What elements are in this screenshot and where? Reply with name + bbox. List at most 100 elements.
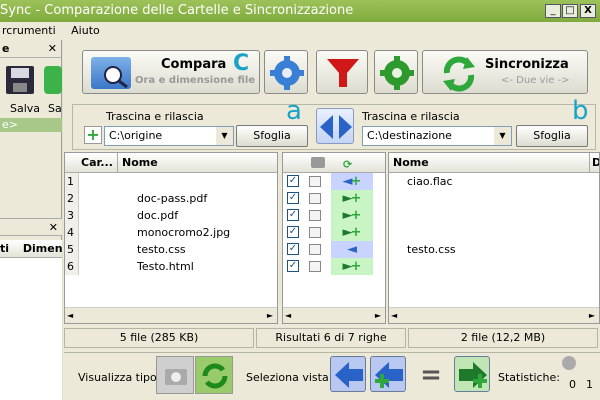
left-folder-dropdown-icon[interactable]: ▼ [216,127,233,145]
view-type-camera-toggle[interactable] [156,356,194,394]
left-file-name: testo.css [137,243,186,256]
row-checkbox[interactable]: ✓ [287,192,299,204]
right-folder-input[interactable]: C:\destinazione [362,126,512,146]
sync-direction-icon[interactable]: ►+ [331,207,373,224]
middle-table-row[interactable]: ✓ ►+ [283,190,385,207]
filter-icon [327,59,359,87]
right-table-row[interactable] [389,190,599,207]
left-table-row[interactable]: 2 doc-pass.pdf [65,190,277,207]
title-bar: Sync - Comparazione delle Cartelle e Sin… [0,0,600,22]
sync-direction-icon[interactable]: ►+ [331,258,373,275]
save-icon[interactable] [4,64,36,96]
panel2-close-icon[interactable]: ✕ [49,221,58,234]
stats-label: Statistiche: [498,371,560,384]
sync-header-icon[interactable]: ⟳ [343,155,352,175]
right-col-d[interactable]: D [589,153,599,173]
right-table-row[interactable] [389,224,599,241]
right-folder-dropdown-icon[interactable]: ▼ [494,127,511,145]
menu-help[interactable]: Aiuto [71,24,100,37]
view-right-create-button[interactable] [454,356,490,392]
middle-action-grid: ⟳ ✓ ◄+ ✓ ►+ ✓ ►+ ✓ ►+ ✓ ◄ ✓ ►+ ◄ ► [282,152,386,324]
left-table-row[interactable]: 5 testo.css [65,241,277,258]
middle-table-row[interactable]: ✓ ◄ [283,241,385,258]
middle-table-row[interactable]: ✓ ►+ [283,224,385,241]
file-icon [309,244,321,255]
panel2-header: ✕ [0,218,62,236]
compare-settings-button[interactable] [264,50,308,94]
right-folder-letter: b [572,96,589,126]
close-button[interactable]: X [580,4,596,18]
col-ti[interactable]: ti [0,242,9,255]
panel-header: e ✕ [0,40,61,58]
right-browse-button[interactable]: Sfoglia [516,125,588,147]
selected-config-item[interactable]: e> [0,118,62,132]
left-table-row[interactable]: 4 monocromo2.jpg [65,224,277,241]
middle-table-row[interactable]: ✓ ►+ [283,207,385,224]
left-folder-input[interactable]: C:\origine [104,126,234,146]
left-hscrollbar[interactable]: ◄ ► [65,307,277,323]
left-browse-button[interactable]: Sfoglia [236,125,308,147]
sync-title: Sincronizza [485,57,569,72]
right-table-row[interactable]: testo.css [389,241,599,258]
col-dimen[interactable]: Dimen [23,242,62,255]
right-status: 2 file (12,2 MB) [408,328,598,348]
left-table-row[interactable]: 6 Testo.html [65,258,277,275]
right-file-grid: Nome D ciao.flac testo.css ◄► [388,152,600,324]
gear-blue-icon [270,56,304,90]
row-checkbox[interactable]: ✓ [287,226,299,238]
view-left-create-button[interactable] [370,356,406,392]
synchronize-button[interactable]: Sincronizza <- Due vie -> [422,50,588,94]
sync-subtitle: <- Due vie -> [501,75,570,86]
filter-button[interactable] [316,50,368,94]
sync-direction-icon[interactable]: ►+ [331,224,373,241]
view-type-sync-toggle[interactable] [195,356,233,394]
window-title: Sync - Comparazione delle Cartelle e Sin… [0,3,354,18]
right-table-row[interactable] [389,207,599,224]
left-side-panel: e ✕ Salva Sa e> ✕ ti Dimen [0,40,62,400]
row-number: 2 [65,190,79,207]
right-hscrollbar[interactable]: ◄ ► [389,307,599,323]
row-checkbox[interactable]: ✓ [287,209,299,221]
left-table-row[interactable]: 1 [65,173,277,190]
sa-label: Sa [48,102,62,115]
row-number: 1 [65,173,79,190]
swap-folders-button[interactable] [316,108,354,144]
left-col-car[interactable]: Car... [81,153,113,173]
sync-direction-icon[interactable]: ◄ [331,241,373,258]
left-table-row[interactable]: 3 doc.pdf [65,207,277,224]
compare-button[interactable]: Compara Ora e dimensione file C [82,50,260,94]
menu-tools[interactable]: rcrumenti [2,24,56,37]
sync-small-icon[interactable] [44,66,62,94]
left-folder-letter: a [286,96,302,126]
right-col-name[interactable]: Nome [393,153,429,173]
row-checkbox[interactable]: ✓ [287,243,299,255]
row-checkbox[interactable]: ✓ [287,175,299,187]
right-file-name: ciao.flac [407,175,453,188]
compare-title: Compara [161,57,227,72]
left-col-name[interactable]: Nome [117,153,158,173]
sync-direction-icon[interactable]: ◄+ [331,173,373,190]
arrow-left-create-icon [375,362,403,388]
add-folder-pair-icon[interactable]: + [84,126,102,144]
minimize-button[interactable]: _ [545,4,561,18]
sync-direction-icon[interactable]: ►+ [331,190,373,207]
stats-value-b: 1 [586,378,593,391]
left-grid-header: Car... Nome [65,153,277,173]
middle-hscrollbar[interactable]: ◄ ► [283,307,385,323]
view-left-only-button[interactable] [330,356,366,392]
right-table-row[interactable]: ciao.flac [389,173,599,190]
view-equal-button[interactable]: = [416,362,446,388]
middle-table-row[interactable]: ✓ ◄+ [283,173,385,190]
camera-icon[interactable] [311,157,325,168]
compare-subtitle: Ora e dimensione file [135,75,256,86]
panel-close-icon[interactable]: ✕ [48,40,57,58]
right-grid-header: Nome D [389,153,599,173]
row-checkbox[interactable]: ✓ [287,260,299,272]
right-table-row[interactable] [389,258,599,275]
middle-table-row[interactable]: ✓ ►+ [283,258,385,275]
sync-toggle-icon [202,363,228,389]
panel2-columns: ti Dimen [0,240,62,258]
maximize-button[interactable]: □ [562,4,578,18]
compare-icon [91,57,131,89]
sync-settings-button[interactable] [374,50,418,94]
